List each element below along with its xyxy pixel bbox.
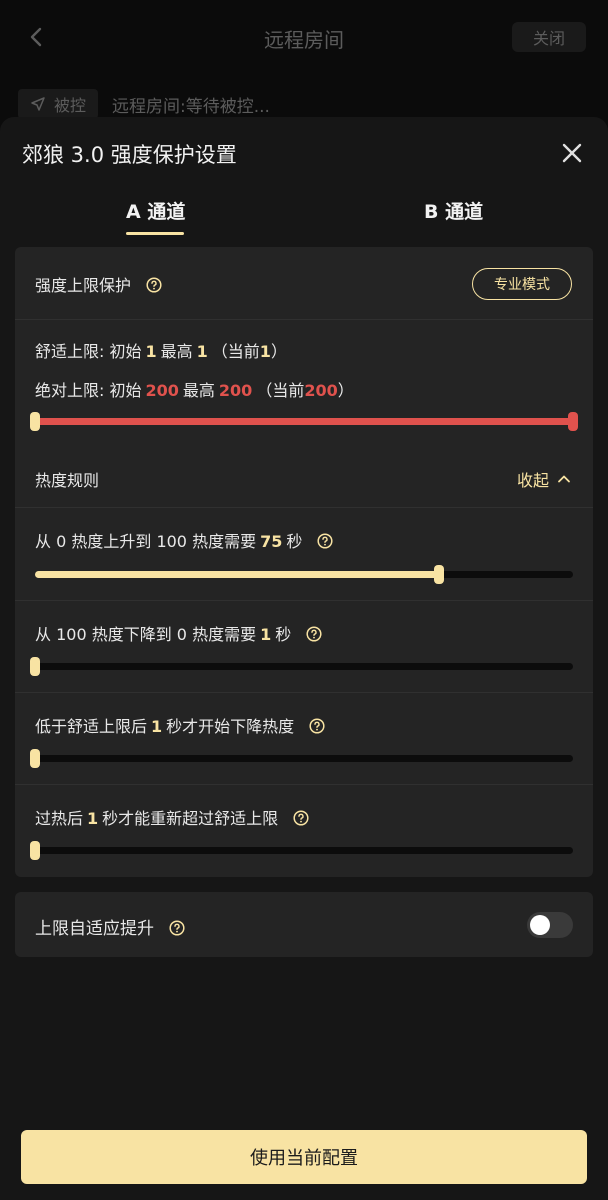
slider-fill — [35, 571, 439, 578]
strength-protection-card: 强度上限保护 专业模式 舒适上限: 初始 1 最高 1 （当前1） 绝对上限: 初始 20… — [15, 247, 593, 877]
comfort-current-prefix: （当前 — [211, 342, 260, 361]
help-icon[interactable] — [146, 277, 162, 293]
rule-4-before: 过热后 — [35, 809, 84, 828]
apply-config-button[interactable]: 使用当前配置 — [21, 1130, 587, 1184]
protection-settings-sheet: 郊狼 3.0 强度保护设置 A 通道 B 通道 强度上限保护 专业模式 舒适上限… — [0, 117, 608, 1200]
heat-rule-2-text: 从 100 热度下降到 0 热度需要 1 秒 — [35, 621, 322, 645]
help-icon[interactable] — [306, 626, 322, 642]
absolute-current-prefix: （当前 — [256, 381, 305, 400]
absolute-initial-value: 200 — [145, 381, 179, 400]
comfort-current-value: 1 — [259, 342, 271, 361]
controlled-chip-label: 被控 — [53, 96, 86, 115]
range-low-handle[interactable] — [30, 412, 40, 431]
absolute-max-value: 200 — [218, 381, 253, 400]
slider-handle[interactable] — [30, 749, 40, 768]
divider — [15, 784, 593, 785]
chevron-up-icon — [558, 475, 570, 483]
sheet-title: 郊狼 3.0 强度保护设置 — [22, 143, 237, 167]
rule-3-before: 低于舒适上限后 — [35, 717, 148, 736]
range-fill — [35, 418, 573, 425]
rule-3-value: 1 — [151, 717, 163, 736]
rule-4-value: 1 — [87, 809, 99, 828]
strength-range-slider[interactable] — [30, 412, 578, 431]
close-room-button[interactable]: 关闭 — [512, 22, 586, 52]
toggle-knob — [530, 915, 550, 935]
rule-4-after: 秒才能重新超过舒适上限 — [102, 809, 279, 828]
room-status-text: 远程房间:等待被控... — [112, 97, 270, 117]
rule-2-value: 1 — [260, 625, 272, 644]
heat-rule-1-text: 从 0 热度上升到 100 热度需要 75 秒 — [35, 528, 334, 552]
heat-rule-3-text: 低于舒适上限后 1 秒才开始下降热度 — [35, 713, 325, 737]
close-icon[interactable] — [558, 139, 586, 167]
slider-handle[interactable] — [30, 657, 40, 676]
collapse-button[interactable]: 收起 — [517, 467, 571, 491]
adaptive-limit-card: 上限自适应提升 — [15, 892, 593, 957]
help-icon[interactable] — [317, 533, 334, 549]
strength-protection-title: 强度上限保护 — [35, 276, 132, 295]
comfort-limit-text: 舒适上限: 初始 1 最高 1 （当前1） — [35, 338, 287, 362]
rule-1-before: 从 0 热度上升到 100 热度需要 — [35, 532, 257, 551]
help-icon[interactable] — [309, 718, 325, 734]
comfort-initial-value: 1 — [145, 342, 157, 361]
adaptive-limit-label: 上限自适应提升 — [35, 914, 185, 939]
help-icon[interactable] — [169, 920, 185, 936]
divider — [15, 692, 593, 693]
absolute-current-value: 200 — [304, 381, 338, 400]
collapse-label: 收起 — [516, 471, 549, 490]
rule-2-after: 秒 — [275, 625, 292, 644]
absolute-current-suffix: ） — [337, 381, 354, 400]
absolute-limit-text: 绝对上限: 初始 200 最高 200 （当前200） — [35, 377, 354, 401]
comfort-max-value: 1 — [196, 342, 208, 361]
slider-handle[interactable] — [433, 565, 444, 584]
adaptive-limit-text: 上限自适应提升 — [35, 919, 154, 939]
heat-rule-4-text: 过热后 1 秒才能重新超过舒适上限 — [35, 805, 309, 829]
divider — [15, 507, 593, 508]
tab-channel-b[interactable]: B 通道 — [424, 197, 483, 224]
strength-protection-heading: 强度上限保护 — [35, 272, 162, 296]
tab-channel-a[interactable]: A 通道 — [126, 197, 185, 224]
divider — [15, 319, 593, 320]
absolute-max-text: 最高 — [182, 381, 215, 400]
help-icon[interactable] — [293, 810, 309, 826]
rule-3-after: 秒才开始下降热度 — [166, 717, 295, 736]
comfort-current-suffix: ） — [270, 342, 287, 361]
pro-mode-button[interactable]: 专业模式 — [472, 268, 572, 300]
background-header: 远程房间 关闭 被控 远程房间:等待被控... — [0, 0, 608, 130]
rule-1-after: 秒 — [286, 532, 303, 551]
heat-rule-3-slider[interactable] — [30, 749, 573, 768]
range-high-handle[interactable] — [568, 412, 578, 431]
heat-rule-4-slider[interactable] — [30, 841, 573, 860]
rule-2-before: 从 100 热度下降到 0 热度需要 — [35, 625, 257, 644]
heat-rule-1-slider[interactable] — [35, 565, 573, 584]
heat-rules-title: 热度规则 — [35, 471, 100, 490]
comfort-max-text: 最高 — [160, 342, 193, 361]
rule-1-value: 75 — [260, 532, 283, 551]
adaptive-limit-toggle[interactable] — [527, 912, 573, 938]
send-icon — [31, 97, 45, 111]
comfort-prefix: 舒适上限: 初始 — [35, 342, 142, 361]
heat-rule-2-slider[interactable] — [30, 657, 573, 676]
absolute-prefix: 绝对上限: 初始 — [35, 381, 142, 400]
controlled-chip[interactable]: 被控 — [18, 89, 98, 119]
active-tab-indicator — [126, 232, 184, 235]
slider-handle[interactable] — [30, 841, 40, 860]
divider — [15, 600, 593, 601]
